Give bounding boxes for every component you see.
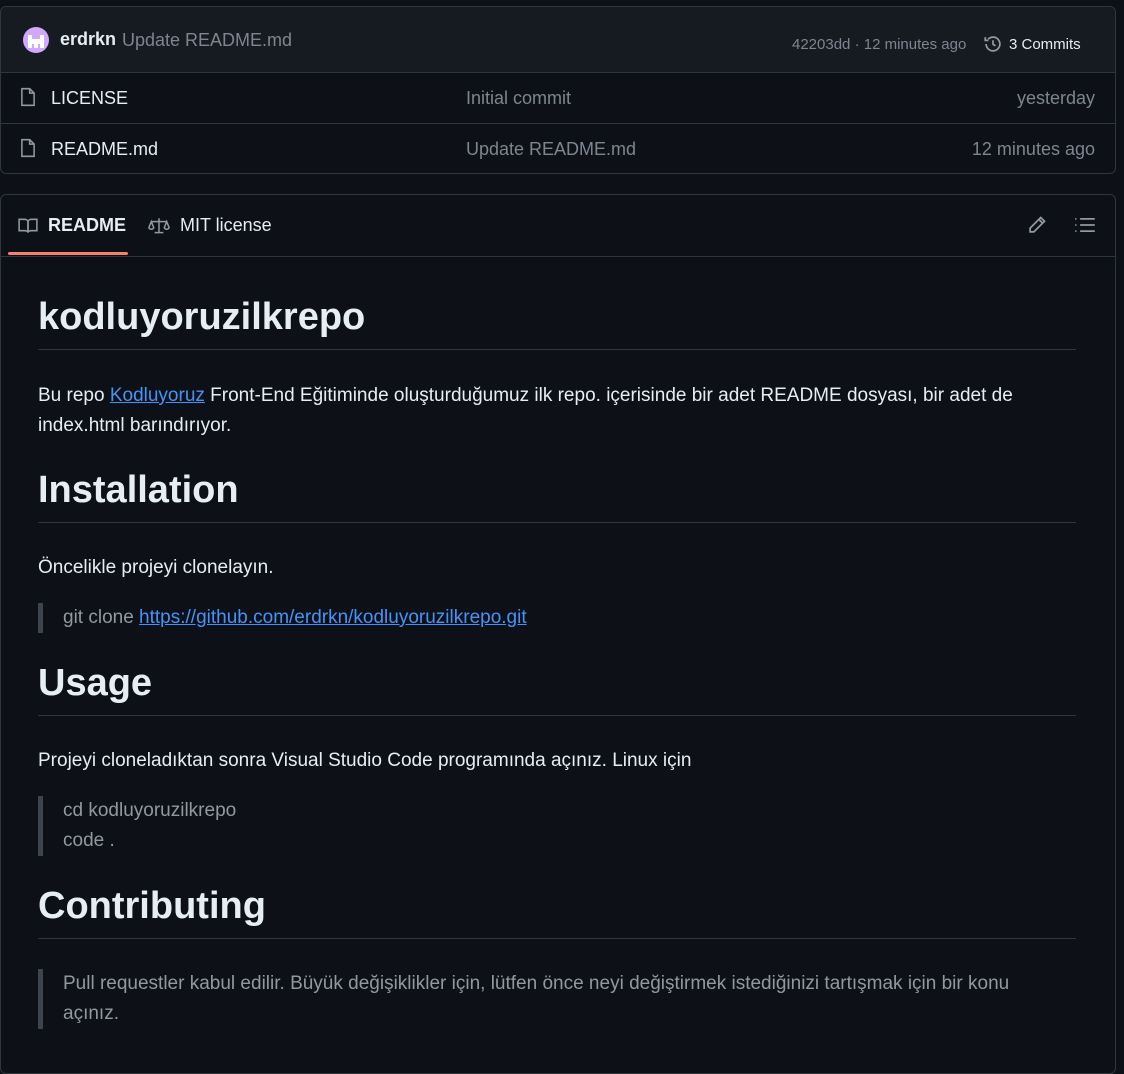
commits-history-button[interactable]: 3 Commits: [983, 34, 1081, 54]
law-icon: [148, 217, 170, 233]
kodluyoruz-link[interactable]: Kodluyoruz: [110, 385, 205, 406]
installation-text: Öncelikle projeyi clonelayın.: [38, 557, 274, 578]
history-icon: [984, 36, 1001, 52]
tab-license[interactable]: MIT license: [148, 215, 272, 236]
tab-readme[interactable]: README: [18, 215, 126, 236]
commit-message[interactable]: Update README.md: [122, 30, 292, 51]
file-date: 12 minutes ago: [971, 139, 1095, 159]
file-icon: [21, 138, 35, 158]
usage-heading: Usage: [38, 661, 1076, 716]
clone-blockquote: git clone https://github.com/erdrkn/kodl…: [38, 603, 1063, 633]
latest-commit-bar: erdrkn Update README.md 42203dd · 12 min…: [1, 7, 1115, 73]
pencil-icon[interactable]: [1027, 215, 1047, 235]
commits-count-label: 3 Commits: [1009, 35, 1081, 53]
file-name-link[interactable]: README.md: [51, 139, 158, 160]
list-outline-icon[interactable]: [1074, 215, 1096, 235]
readme-tab-bar: README MIT license: [1, 195, 1115, 257]
clone-prefix: git clone: [63, 607, 140, 628]
commit-author[interactable]: erdrkn: [60, 29, 116, 50]
readme-title: kodluyoruzilkrepo: [38, 295, 1076, 350]
tab-readme-label: README: [48, 215, 127, 235]
installation-heading: Installation: [38, 468, 1076, 523]
file-row-license[interactable]: LICENSE Initial commit yesterday: [1, 73, 1115, 124]
readme-intro: Bu repo Kodluyoruz Front-End Eğitiminde …: [38, 381, 1076, 441]
file-commit-link[interactable]: Update README.md: [466, 139, 636, 160]
usage-command-cd: cd kodluyoruzilkrepo: [63, 800, 237, 821]
file-name-link[interactable]: LICENSE: [51, 88, 128, 109]
commit-meta[interactable]: 42203dd · 12 minutes ago: [792, 36, 966, 53]
usage-blockquote: cd kodluyoruzilkrepo code .: [38, 796, 1063, 856]
contributing-blockquote: Pull requestler kabul edilir. Büyük deği…: [38, 969, 1063, 1029]
usage-command-code: code .: [63, 830, 115, 851]
file-icon: [21, 87, 35, 107]
intro-text: Bu repo: [38, 385, 110, 406]
tab-license-label: MIT license: [180, 215, 272, 235]
file-browser: erdrkn Update README.md 42203dd · 12 min…: [0, 6, 1116, 174]
book-icon: [18, 218, 38, 233]
active-tab-indicator: [8, 252, 128, 255]
file-row-readme[interactable]: README.md Update README.md 12 minutes ag…: [1, 124, 1115, 174]
clone-url-link[interactable]: https://github.com/erdrkn/kodluyoruzilkr…: [139, 607, 527, 628]
file-date: yesterday: [1016, 88, 1095, 108]
readme-panel: README MIT license kodluyoruzilkrepo Bu …: [0, 194, 1116, 1074]
avatar[interactable]: [23, 27, 49, 53]
usage-text: Projeyi cloneladıktan sonra Visual Studi…: [38, 750, 692, 771]
contributing-heading: Contributing: [38, 884, 1076, 939]
file-commit-link[interactable]: Initial commit: [466, 88, 571, 109]
